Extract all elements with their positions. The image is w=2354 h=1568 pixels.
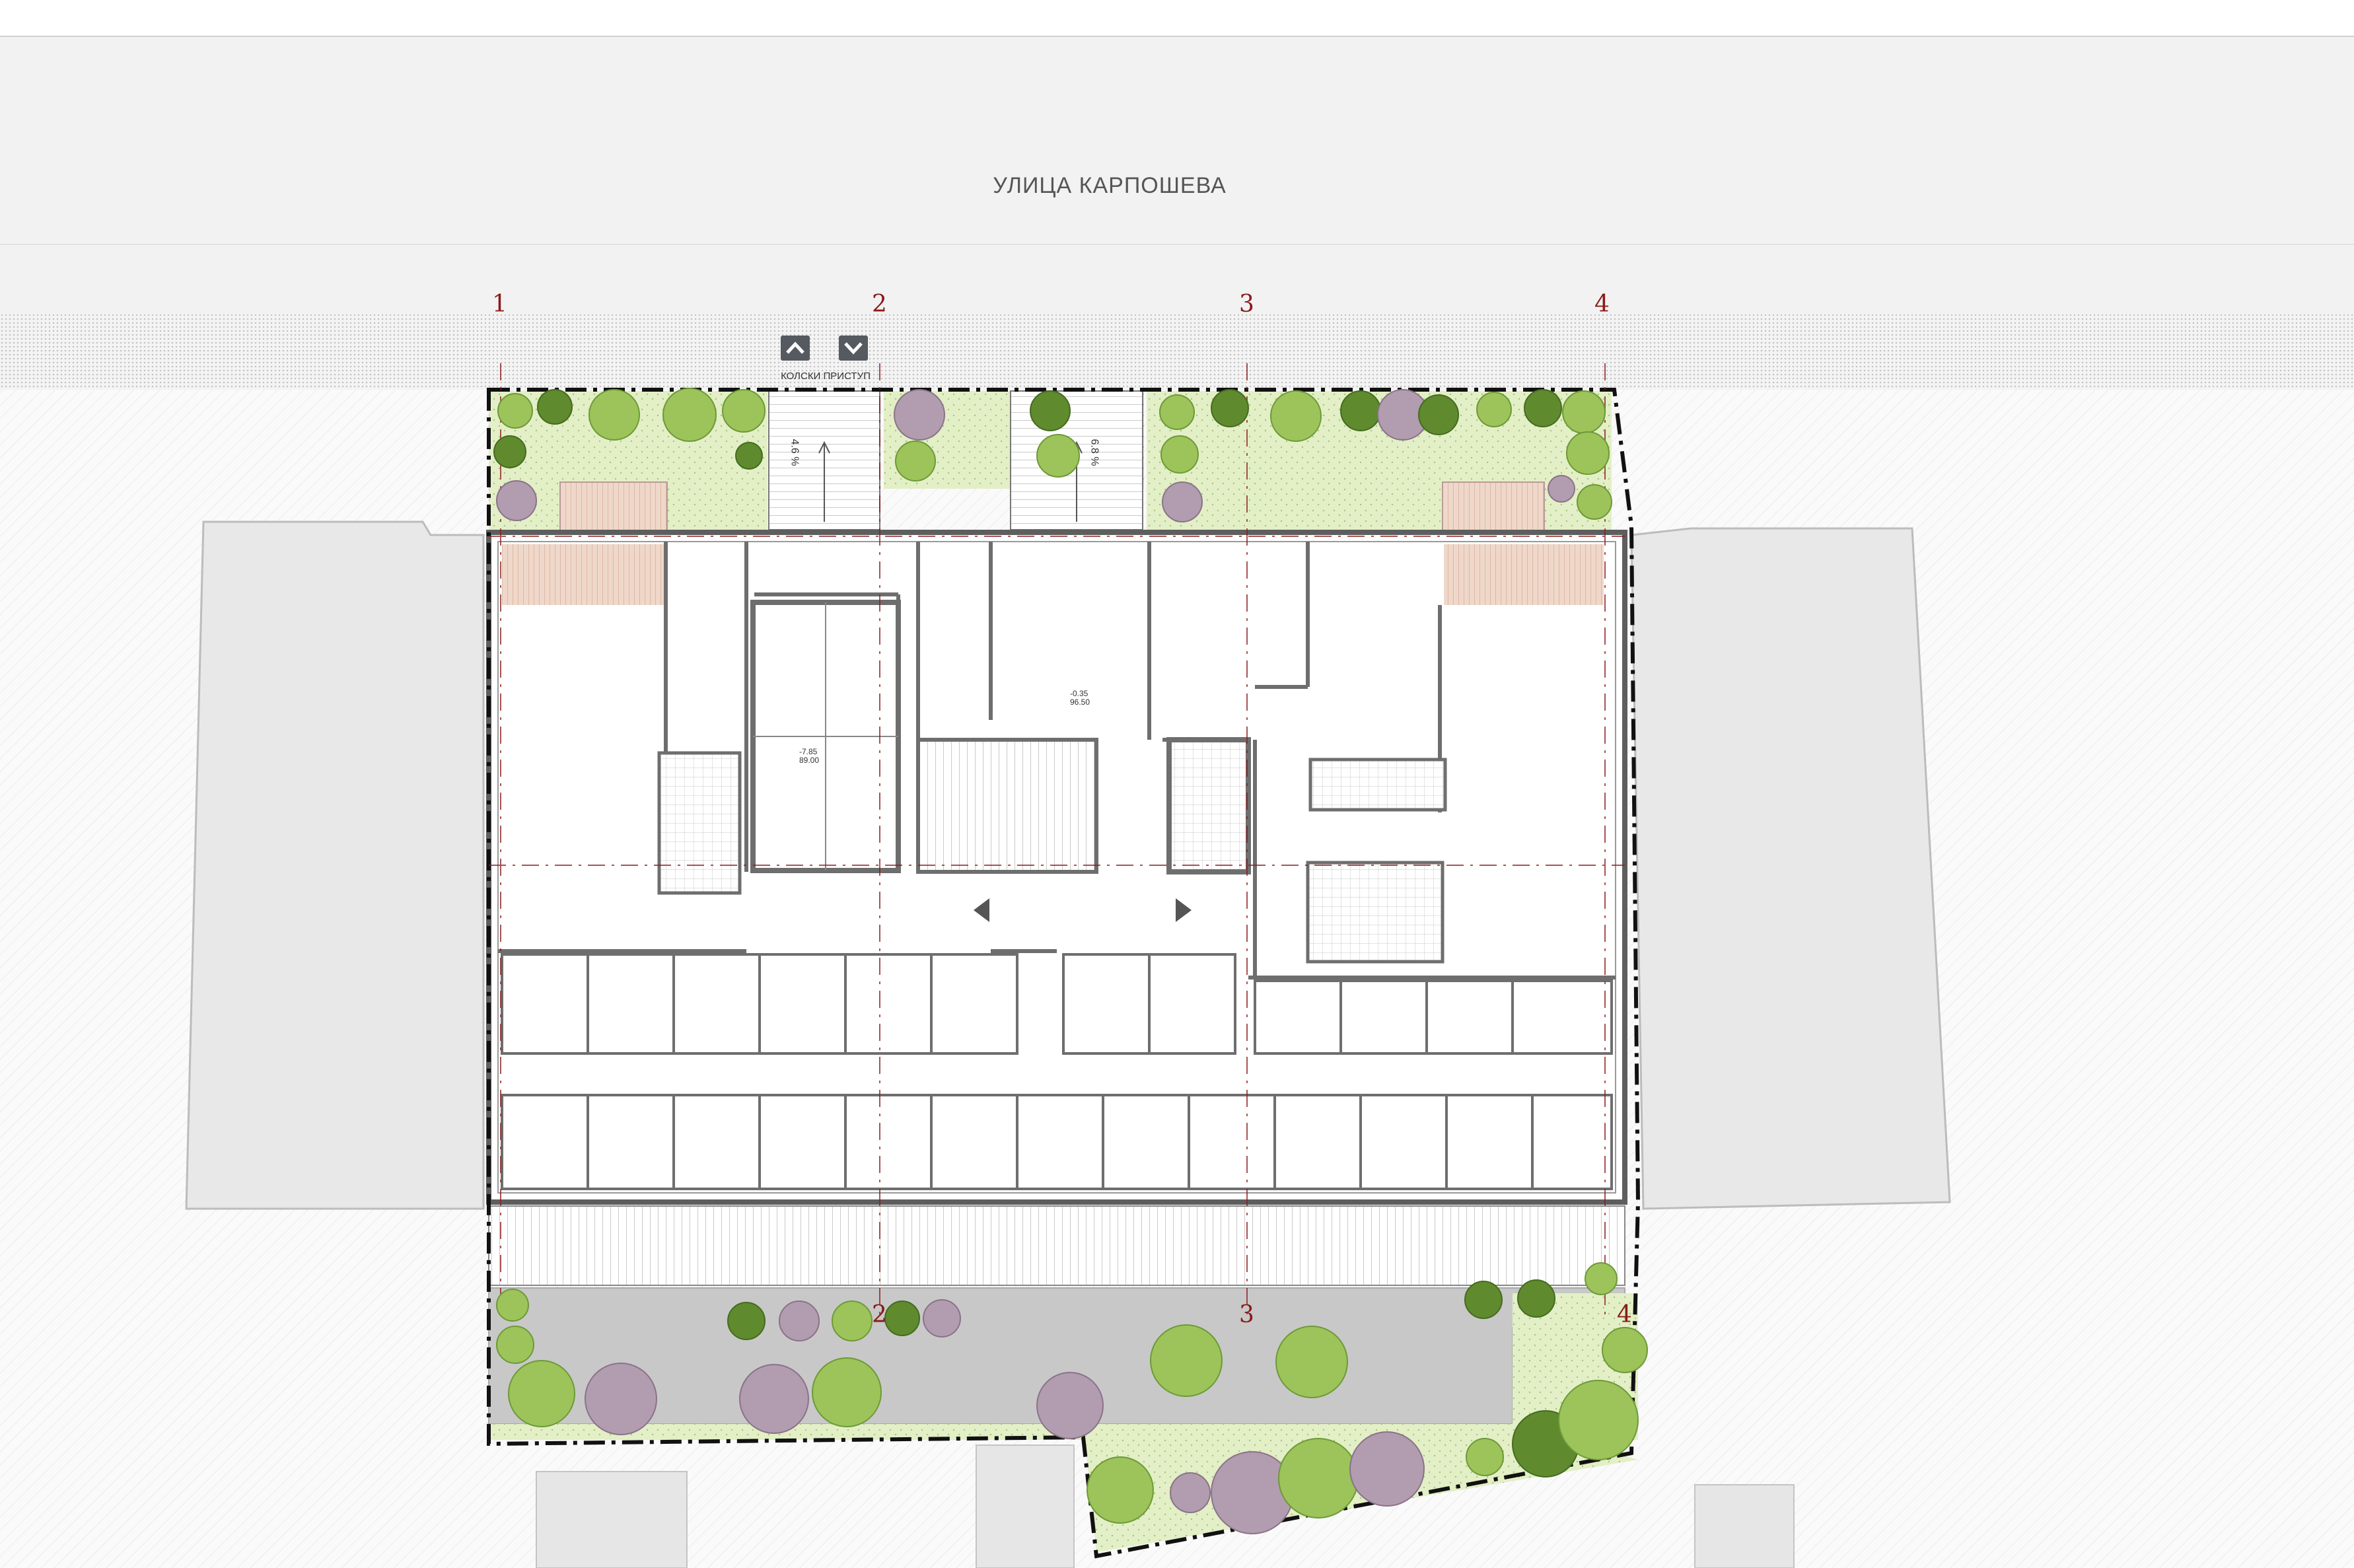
site-plan [0,36,2354,1568]
inner-terrace-west [502,544,666,605]
neighbour-building-west [185,520,485,1210]
grid-label-top-3: 3 [1239,291,1254,318]
stair-core [916,738,1098,874]
level-mark-entrance: -0.35 96.50 [1070,690,1090,707]
ramp-slope-west: 4.6 % [789,439,801,466]
sidewalk [0,314,2354,390]
street-name: УЛИЦА КАРПОШЕВА [993,173,1227,198]
grid-label-bottom-4: 4 [1617,1301,1632,1328]
level-mark-garage: -7.85 89.00 [799,748,819,765]
grid-label-bottom-3: 3 [1239,1301,1254,1328]
bathroom-1 [657,751,742,895]
ramp-slope-east: 6.8 % [1088,439,1100,466]
access-up-icon[interactable] [781,336,810,361]
neighbour-block-3 [1694,1484,1795,1568]
neighbour-block-1 [536,1471,688,1568]
rear-walkway [488,1205,1625,1286]
elevator-core [1166,737,1251,874]
grid-label-top-4: 4 [1594,291,1610,318]
vehicle-access-label: КОЛСКИ ПРИСТУП [781,371,871,382]
grid-label-top-1: 1 [492,291,507,318]
neighbour-block-2 [976,1444,1075,1568]
level-mark-garage-line2: 89.00 [799,756,820,765]
inner-terrace-east [1444,544,1604,605]
neighbour-building-east [1630,527,1951,1210]
bathroom-3 [1306,861,1444,964]
access-down-icon[interactable] [839,336,868,361]
grid-label-bottom-2: 2 [872,1301,887,1328]
bathroom-2 [1308,758,1447,812]
level-mark-entrance-line2: 96.50 [1070,697,1090,707]
grid-label-top-2: 2 [872,291,887,318]
